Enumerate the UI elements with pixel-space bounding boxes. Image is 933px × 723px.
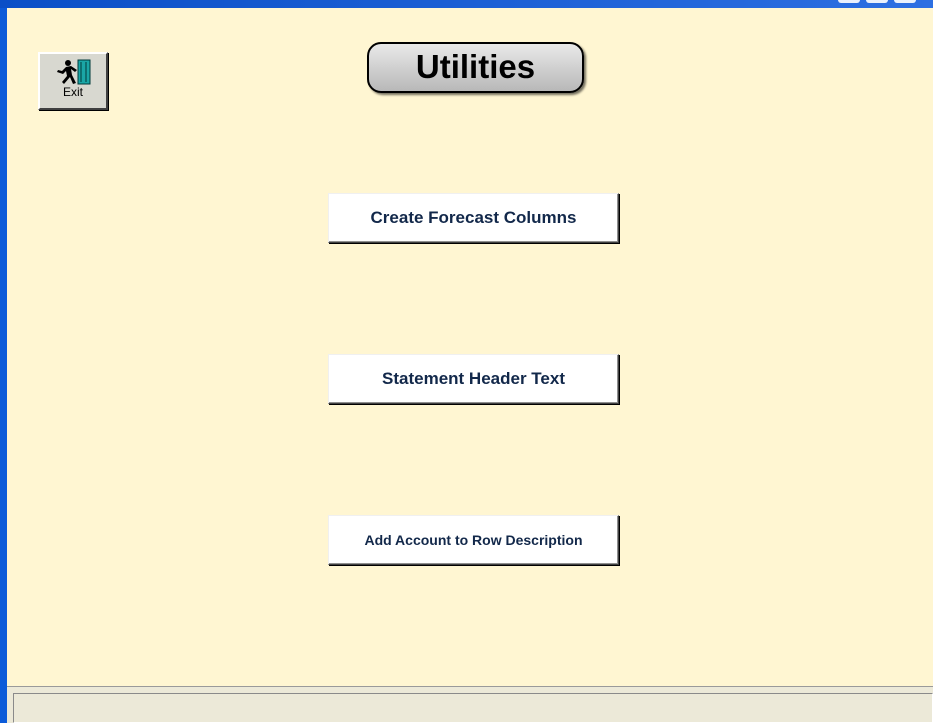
add-account-to-row-description-label: Add Account to Row Description [364,532,583,548]
exit-label: Exit [62,85,83,99]
page-title: Utilities [415,48,536,85]
create-forecast-columns-button[interactable]: Create Forecast Columns [328,193,619,243]
page-title-badge: Utilities [367,42,584,93]
status-bar-field [13,693,933,723]
minimize-control[interactable] [838,0,860,3]
window-titlebar-edge [0,0,933,8]
status-bar [7,686,933,723]
create-forecast-columns-label: Create Forecast Columns [370,208,577,227]
utilities-panel: Exit Utilities Create Forecast Columns S… [7,8,933,686]
statement-header-text-label: Statement Header Text [382,369,565,388]
exit-button[interactable]: Exit [38,52,108,110]
add-account-to-row-description-button[interactable]: Add Account to Row Description [328,515,619,565]
statement-header-text-button[interactable]: Statement Header Text [328,354,619,404]
maximize-control[interactable] [866,0,888,3]
close-control[interactable] [894,0,916,3]
